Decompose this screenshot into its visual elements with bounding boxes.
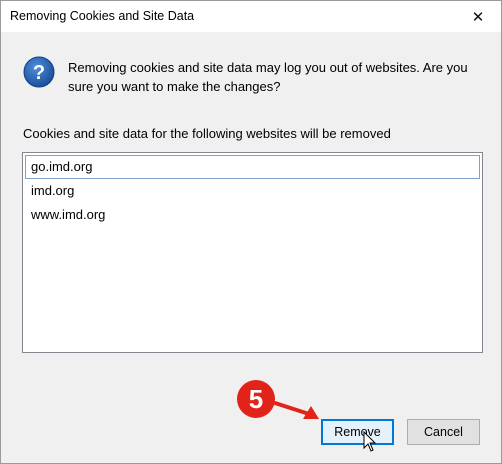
list-item[interactable]: imd.org [25,179,480,203]
list-item[interactable]: www.imd.org [25,203,480,227]
close-button[interactable]: ✕ [455,1,501,32]
cursor-icon [363,431,377,452]
message-area: ? Removing cookies and site data may log… [1,32,501,112]
remove-button[interactable]: Remove [321,419,394,445]
dialog-window: Removing Cookies and Site Data ✕ ? Remov… [0,0,502,464]
step-badge: 5 [237,380,275,418]
close-icon: ✕ [471,8,485,26]
cancel-button[interactable]: Cancel [407,419,480,445]
svg-text:?: ? [33,62,45,84]
list-label: Cookies and site data for the following … [23,126,391,141]
confirmation-message: Removing cookies and site data may log y… [68,60,468,94]
title-bar: Removing Cookies and Site Data ✕ [1,1,501,32]
websites-list[interactable]: go.imd.org imd.org www.imd.org [22,152,483,353]
question-icon: ? [23,56,55,88]
arrow-icon [273,401,319,419]
list-item[interactable]: go.imd.org [25,155,480,179]
window-title: Removing Cookies and Site Data [10,9,195,23]
